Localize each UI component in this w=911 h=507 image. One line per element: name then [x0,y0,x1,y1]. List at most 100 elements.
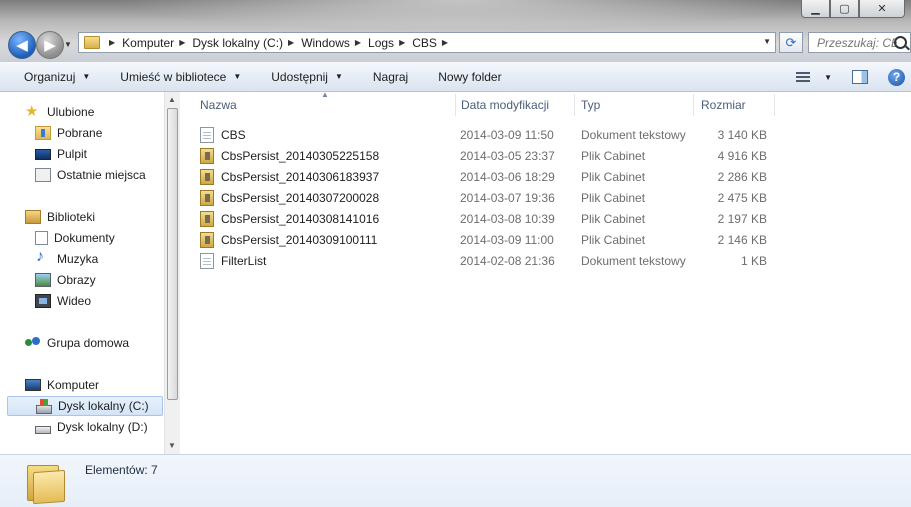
chevron-down-icon: ▼ [82,72,91,81]
sidebar-item-drive-c[interactable]: Dysk lokalny (C:) [7,396,163,416]
breadcrumb-label[interactable]: Logs [368,36,394,50]
new-folder-label: Nowy folder [438,69,502,84]
file-name: CbsPersist_20140307200028 [221,190,380,205]
file-row[interactable]: CbsPersist_20140308141016 2014-03-08 10:… [200,208,780,229]
file-row[interactable]: CbsPersist_20140306183937 2014-03-06 18:… [200,166,780,187]
organize-label: Organizuj [24,69,76,84]
scroll-up-icon[interactable]: ▲ [168,95,176,104]
column-header-type[interactable]: Typ [581,92,691,118]
breadcrumb-computer[interactable]: Komputer ▶ [122,36,192,50]
chevron-right-icon[interactable]: ▶ [442,38,448,47]
forward-button[interactable]: ▶ [36,31,64,59]
column-header-date[interactable]: Data modyfikacji [461,92,571,118]
window-controls: ▁ ▢ ✕ [801,0,905,18]
breadcrumb-windows[interactable]: Windows ▶ [301,36,368,50]
sidebar-item-label: Dysk lokalny (C:) [58,399,149,413]
toolbar-right: ▼ ? [796,62,911,92]
navigation-pane: Ulubione Pobrane Pulpit Ostatnie miejsca… [0,92,180,454]
change-view-icon[interactable] [796,71,811,83]
column-header-label: Typ [581,98,601,112]
file-row[interactable]: CbsPersist_20140309100111 2014-03-09 11:… [200,229,780,250]
new-folder-button[interactable]: Nowy folder [438,70,501,84]
search-box[interactable] [808,32,911,53]
organize-button[interactable]: Organizuj ▼ [24,70,90,84]
file-row[interactable]: FilterList 2014-02-08 21:36 Dokument tek… [200,250,780,271]
file-name-cell[interactable]: CbsPersist_20140308141016 [200,210,379,227]
chevron-down-icon: ▼ [233,72,242,81]
column-divider[interactable] [693,94,694,116]
file-name-cell[interactable]: FilterList [200,252,266,269]
column-header-size[interactable]: Rozmiar [701,92,771,118]
file-name-cell[interactable]: CbsPersist_20140309100111 [200,231,377,248]
libraries-icon [25,210,41,224]
chevron-right-icon[interactable]: ▶ [109,38,115,47]
downloads-folder-icon [35,126,51,140]
search-input[interactable] [817,35,897,50]
file-size: 2 146 KB [717,232,767,247]
search-icon[interactable] [894,36,907,49]
refresh-button[interactable]: ⟳ [779,32,803,53]
address-bar[interactable]: ▶ Komputer ▶ Dysk lokalny (C:) ▶ Windows ▶ … [78,32,776,53]
file-date: 2014-03-09 11:50 [460,127,554,142]
folder-icon [84,36,100,49]
videos-icon [35,294,51,308]
share-button[interactable]: Udostępnij ▼ [271,70,343,84]
address-history-dropdown-icon[interactable]: ▼ [763,37,771,46]
breadcrumb-label[interactable]: CBS [412,36,437,50]
file-name-cell[interactable]: CbsPersist_20140305225158 [200,147,379,164]
breadcrumb-label[interactable]: Komputer [122,36,174,50]
forward-arrow-icon: ▶ [44,37,56,54]
file-size: 2 475 KB [717,190,767,205]
column-header-name[interactable]: Nazwa [200,92,450,118]
minimize-button[interactable]: ▁ [801,0,830,18]
column-divider[interactable] [774,94,775,116]
burn-button[interactable]: Nagraj [373,70,408,84]
file-name: CBS [221,127,246,142]
column-divider[interactable] [455,94,456,116]
chevron-right-icon[interactable]: ▶ [179,38,185,47]
sidebar-item-label: Wideo [57,294,92,308]
scrollbar-thumb[interactable] [167,108,178,400]
breadcrumb-drive-c[interactable]: Dysk lokalny (C:) ▶ [192,36,301,50]
file-type: Plik Cabinet [581,232,646,247]
file-date: 2014-03-06 18:29 [460,169,555,184]
view-options-dropdown-icon[interactable]: ▼ [824,73,832,82]
preview-pane-icon[interactable] [852,70,868,84]
column-divider[interactable] [574,94,575,116]
maximize-button[interactable]: ▢ [830,0,859,18]
file-name-cell[interactable]: CbsPersist_20140307200028 [200,189,380,206]
file-row[interactable]: CbsPersist_20140307200028 2014-03-07 19:… [200,187,780,208]
include-in-library-button[interactable]: Umieść w bibliotece ▼ [120,70,241,84]
file-row[interactable]: CBS 2014-03-09 11:50 Dokument tekstowy 3… [200,124,780,145]
back-button[interactable]: ◀ [8,31,36,59]
breadcrumb-root-chevron[interactable]: ▶ [104,38,122,47]
recent-pages-dropdown-icon[interactable]: ▼ [64,40,72,49]
file-type: Dokument tekstowy [581,127,686,142]
breadcrumb-cbs[interactable]: CBS ▶ [412,36,455,50]
computer-icon [25,379,41,391]
homegroup-icon [25,336,41,350]
breadcrumb-label[interactable]: Dysk lokalny (C:) [192,36,283,50]
scroll-down-icon[interactable]: ▼ [168,441,176,450]
breadcrumb-logs[interactable]: Logs ▶ [368,36,412,50]
include-in-library-label: Umieść w bibliotece [120,69,227,84]
sidebar-item-label: Obrazy [57,273,96,287]
chevron-right-icon[interactable]: ▶ [355,38,361,47]
chevron-right-icon[interactable]: ▶ [288,38,294,47]
close-button[interactable]: ✕ [859,0,905,18]
windows-drive-icon [36,398,52,414]
sidebar-item-label: Grupa domowa [47,336,130,350]
desktop-icon [35,148,51,160]
file-date: 2014-03-05 23:37 [460,148,555,163]
breadcrumb-label[interactable]: Windows [301,36,350,50]
file-name-cell[interactable]: CBS [200,126,246,143]
sidebar-item-label: Komputer [47,378,100,392]
file-name-cell[interactable]: CbsPersist_20140306183937 [200,168,379,185]
navigation-scrollbar[interactable]: ▲ ▼ [164,92,180,454]
chevron-right-icon[interactable]: ▶ [399,38,405,47]
file-row[interactable]: CbsPersist_20140305225158 2014-03-05 23:… [200,145,780,166]
help-icon[interactable]: ? [888,68,905,86]
pictures-icon [35,273,51,287]
cabinet-file-icon [200,231,214,248]
recent-places-icon [35,168,51,182]
